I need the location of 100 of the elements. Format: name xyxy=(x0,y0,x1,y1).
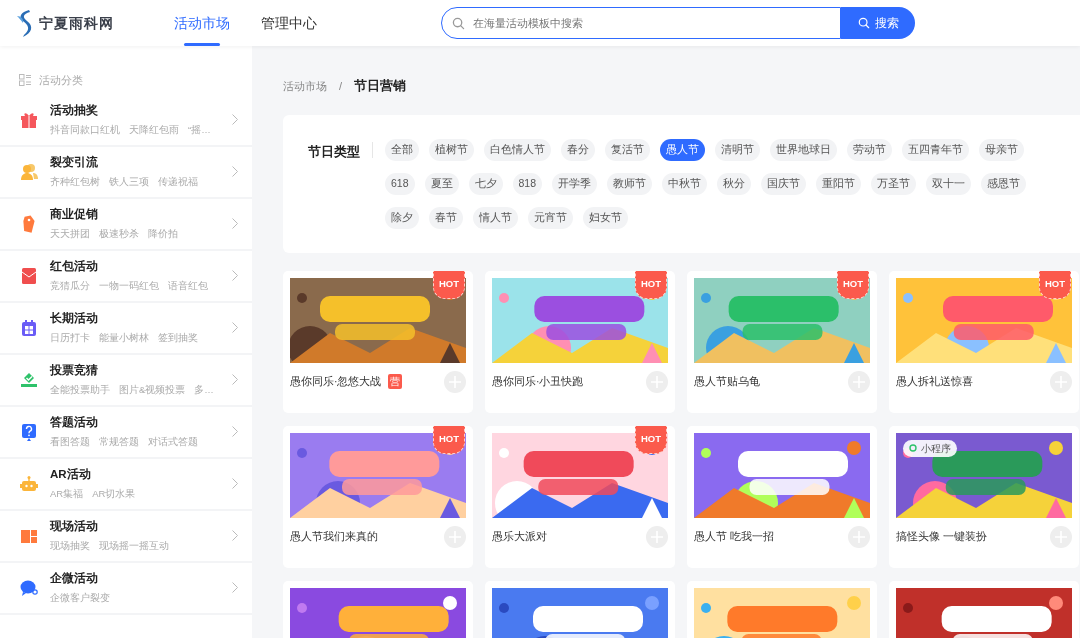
item-tag: 看图答题 xyxy=(50,435,90,450)
template-title: 愚人拆礼送惊喜 xyxy=(896,373,973,389)
search-input[interactable]: 在海量活动模板中搜索 xyxy=(471,13,840,33)
breadcrumb-current: 节日营销 xyxy=(354,77,407,95)
item-tag: 对话式答题 xyxy=(148,435,198,450)
template-title: 愚人节 吃我一招 xyxy=(694,528,774,544)
search-icon xyxy=(452,16,465,30)
sidebar-item[interactable]: 裂变引流 齐种红包树 铁人三项 传递祝福 xyxy=(0,146,252,199)
item-tag: 极速秒杀 xyxy=(99,227,139,242)
item-title: 长期活动 xyxy=(50,310,99,326)
hot-badge: HOT xyxy=(635,425,667,454)
filter-chip[interactable]: 情人节 xyxy=(473,206,518,229)
filter-chip[interactable]: 白色情人节 xyxy=(484,138,551,161)
filter-chip[interactable]: 清明节 xyxy=(715,138,760,161)
filter-label: 节日类型 xyxy=(308,141,373,158)
chevron-right-icon xyxy=(232,322,238,333)
chevron-right-icon xyxy=(232,530,238,541)
filter-chip[interactable]: 秋分 xyxy=(717,172,752,195)
envelope-icon xyxy=(20,266,38,285)
template-card[interactable]: HOT 愚人节我们来真的 xyxy=(283,425,473,568)
question-icon xyxy=(20,422,38,441)
sidebar-item[interactable]: 企微活动 企微客户裂变 xyxy=(0,562,252,615)
gift-icon xyxy=(20,110,38,129)
item-title: 现场活动 xyxy=(50,518,99,534)
item-tag: 能量小树林 xyxy=(99,331,149,346)
breadcrumb-link[interactable]: 活动市场 xyxy=(283,77,327,94)
sidebar-item[interactable]: AR活动 AR集福 AR切水果 xyxy=(0,458,252,511)
filter-chip[interactable]: 春节 xyxy=(429,206,463,229)
filter-chip[interactable]: 妇女节 xyxy=(583,206,628,229)
filter-chip[interactable]: 818 xyxy=(512,172,543,195)
filter-chip[interactable]: 劳动节 xyxy=(847,138,892,161)
nav-tab[interactable]: 活动市场 xyxy=(174,0,230,46)
filter-chip[interactable]: 元宵节 xyxy=(528,206,573,229)
chat-icon xyxy=(20,578,38,597)
template-card[interactable]: HOT 愚你同乐·小丑快跑 xyxy=(485,270,675,413)
template-card[interactable]: HOT 愚人节贴乌龟 xyxy=(687,270,877,413)
search-button[interactable]: 搜索 xyxy=(841,7,915,39)
filter-chip[interactable]: 春分 xyxy=(561,138,595,161)
template-title: 愚人节贴乌龟 xyxy=(694,373,760,389)
filter-chip[interactable]: 感恩节 xyxy=(981,172,1027,195)
template-card[interactable]: 愚人节 吃我一招 xyxy=(687,425,877,568)
filter-chip[interactable]: 全部 xyxy=(385,138,419,161)
item-tag: 竞猜瓜分 xyxy=(50,279,90,294)
template-tag: 营 xyxy=(387,374,402,389)
item-tag: 多… xyxy=(194,383,214,398)
filter-chip[interactable]: 世界地球日 xyxy=(770,138,837,161)
item-tag: 企微客户裂变 xyxy=(50,591,110,606)
filter-chip[interactable]: 万圣节 xyxy=(871,172,917,195)
template-title: 愚乐大派对 xyxy=(492,528,547,544)
template-title: 愚你同乐·小丑快跑 xyxy=(492,373,584,389)
filter-chip[interactable]: 国庆节 xyxy=(761,172,807,195)
tag-text: 小程序 xyxy=(921,441,951,456)
calendar-icon xyxy=(20,318,38,337)
logo-text: 宁夏雨科网 xyxy=(39,13,114,33)
template-card[interactable]: HOT 愚乐大派对 xyxy=(485,425,675,568)
item-title: 商业促销 xyxy=(50,206,99,222)
chevron-right-icon xyxy=(232,218,238,229)
filter-chip[interactable]: 除夕 xyxy=(385,206,419,229)
chevron-right-icon xyxy=(232,270,238,281)
filter-chip[interactable]: 618 xyxy=(385,172,415,195)
item-tag: 抖音同款口红机 xyxy=(50,123,120,138)
sidebar-item[interactable]: 答题活动 看图答题 常规答题 对话式答题 xyxy=(0,406,252,459)
template-card[interactable]: HOT 愚人拆礼送惊喜 xyxy=(889,270,1079,413)
template-title: 愚人节我们来真的 xyxy=(290,528,378,544)
filter-chip[interactable]: 夏至 xyxy=(424,172,459,195)
filter-chip[interactable]: 母亲节 xyxy=(979,138,1024,161)
item-tag: AR集福 xyxy=(50,487,84,502)
item-title: 答题活动 xyxy=(50,414,99,430)
filter-chip[interactable]: 双十一 xyxy=(926,172,972,195)
filter-chip[interactable]: 中秋节 xyxy=(662,172,708,195)
filter-chip[interactable]: 植树节 xyxy=(429,138,474,161)
template-card[interactable]: 小程序 搞怪头像 一键装扮 xyxy=(889,425,1079,568)
sidebar-item[interactable]: 商业促销 天天拼团 极速秒杀 降价拍 xyxy=(0,198,252,251)
filter-chip[interactable]: 教师节 xyxy=(607,172,653,195)
chevron-right-icon xyxy=(232,582,238,593)
people-icon xyxy=(20,162,38,181)
filter-chip[interactable]: 开学季 xyxy=(552,172,598,195)
filter-chip[interactable]: 愚人节 xyxy=(660,138,705,161)
ballot-icon xyxy=(20,370,38,389)
filter-chip[interactable]: 复活节 xyxy=(605,138,650,161)
template-title: 愚你同乐·忽悠大战 xyxy=(290,373,382,389)
item-tag: 天降红包雨 xyxy=(129,123,179,138)
nav-tab[interactable]: 管理中心 xyxy=(261,0,317,46)
sidebar-item[interactable]: 活动抽奖 抖音同款口红机 天降红包雨 “摇… xyxy=(0,94,252,147)
item-tag: 现场抽奖 xyxy=(50,539,90,554)
filter-chip[interactable]: 七夕 xyxy=(468,172,503,195)
hot-badge: HOT xyxy=(837,270,869,299)
template-card[interactable]: HOT 愚你同乐·忽悠大战 营 xyxy=(283,270,473,413)
item-title: 企微活动 xyxy=(50,570,99,586)
sidebar-item[interactable]: 投票竞猜 全能投票助手 图片&视频投票 多… xyxy=(0,354,252,407)
filter-chip[interactable]: 重阳节 xyxy=(816,172,862,195)
item-tag: “摇… xyxy=(188,123,211,138)
category-icon xyxy=(19,74,31,87)
hot-badge: HOT xyxy=(1039,270,1071,299)
sidebar-item[interactable]: 长期活动 日历打卡 能量小树林 签到抽奖 xyxy=(0,302,252,355)
filter-chip[interactable]: 五四青年节 xyxy=(902,138,969,161)
chevron-right-icon xyxy=(232,114,238,125)
search-icon xyxy=(857,17,870,29)
template-title: 搞怪头像 一键装扮 xyxy=(896,528,987,544)
hot-badge: HOT xyxy=(433,425,465,454)
